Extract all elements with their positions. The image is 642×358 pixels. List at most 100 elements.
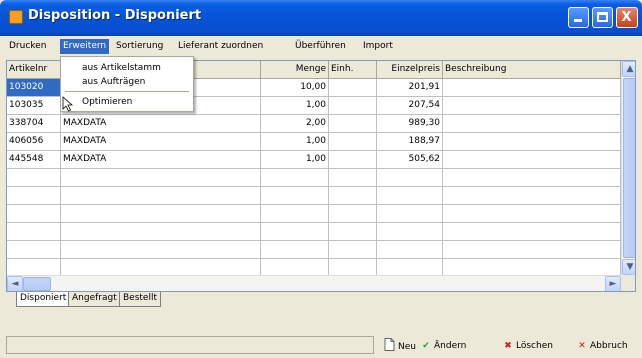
new-button[interactable]: Neu <box>384 338 416 354</box>
empty-row[interactable] <box>7 187 635 205</box>
empty-cell[interactable] <box>61 169 261 187</box>
menu-item-aus-auftraegen[interactable]: aus Aufträgen <box>62 75 192 89</box>
cell-einheit[interactable] <box>329 151 377 169</box>
table-row[interactable]: 338704 MAXDATA 2,00 989,30 <box>7 115 635 133</box>
empty-cell[interactable] <box>443 187 621 205</box>
cell-lieferant[interactable]: MAXDATA <box>61 133 261 151</box>
horizontal-scrollbar[interactable]: ◄ ► <box>7 275 621 291</box>
cell-einzelpreis[interactable]: 207,54 <box>377 97 443 115</box>
empty-cell[interactable] <box>261 205 329 223</box>
empty-cell[interactable] <box>61 241 261 259</box>
empty-cell[interactable] <box>7 169 61 187</box>
empty-cell[interactable] <box>7 223 61 241</box>
empty-row[interactable] <box>7 241 635 259</box>
cell-einzelpreis[interactable]: 188,97 <box>377 133 443 151</box>
column-header-einzelpreis[interactable]: Einzelpreis <box>377 61 443 79</box>
empty-cell[interactable] <box>261 169 329 187</box>
empty-cell[interactable] <box>329 169 377 187</box>
cell-menge[interactable]: 1,00 <box>261 133 329 151</box>
empty-cell[interactable] <box>61 187 261 205</box>
cell-menge[interactable]: 10,00 <box>261 79 329 97</box>
cell-artikelnr[interactable]: 103020 <box>7 79 61 97</box>
empty-cell[interactable] <box>443 205 621 223</box>
scroll-right-button[interactable]: ► <box>605 276 621 291</box>
cell-einheit[interactable] <box>329 97 377 115</box>
cell-artikelnr[interactable]: 103035 <box>7 97 61 115</box>
empty-row[interactable] <box>7 223 635 241</box>
menu-item-optimieren[interactable]: Optimieren <box>62 95 192 109</box>
cell-einheit[interactable] <box>329 115 377 133</box>
menu-lieferant-zuordnen[interactable]: Lieferant zuordnen <box>175 39 266 54</box>
empty-row[interactable] <box>7 169 635 187</box>
empty-cell[interactable] <box>61 223 261 241</box>
tab-bestellt[interactable]: Bestellt <box>119 292 161 307</box>
empty-cell[interactable] <box>377 223 443 241</box>
cell-einzelpreis[interactable]: 201,91 <box>377 79 443 97</box>
tab-disponiert[interactable]: Disponiert <box>16 292 71 307</box>
empty-cell[interactable] <box>377 241 443 259</box>
cancel-button[interactable]: ✕ Abbruch <box>576 338 627 354</box>
tab-angefragt[interactable]: Angefragt <box>68 292 121 307</box>
cell-artikelnr[interactable]: 338704 <box>7 115 61 133</box>
cell-beschreibung[interactable] <box>443 79 621 97</box>
empty-row[interactable] <box>7 205 635 223</box>
column-header-beschreibung[interactable]: Beschreibung <box>443 61 621 79</box>
minimize-button[interactable] <box>568 7 589 28</box>
scroll-left-button[interactable]: ◄ <box>7 276 23 291</box>
maximize-button[interactable] <box>592 7 613 28</box>
empty-cell[interactable] <box>7 187 61 205</box>
table-row[interactable]: 445548 MAXDATA 1,00 505,62 <box>7 151 635 169</box>
empty-cell[interactable] <box>377 205 443 223</box>
column-header-artikelnr[interactable]: Artikelnr <box>7 61 61 79</box>
cell-artikelnr[interactable]: 445548 <box>7 151 61 169</box>
empty-cell[interactable] <box>7 241 61 259</box>
cell-menge[interactable]: 1,00 <box>261 151 329 169</box>
menu-import[interactable]: Import <box>360 39 396 54</box>
cell-artikelnr[interactable]: 406056 <box>7 133 61 151</box>
cell-beschreibung[interactable] <box>443 97 621 115</box>
cell-beschreibung[interactable] <box>443 115 621 133</box>
cell-einheit[interactable] <box>329 79 377 97</box>
empty-cell[interactable] <box>443 241 621 259</box>
horizontal-scroll-thumb[interactable] <box>23 277 51 291</box>
cell-menge[interactable]: 1,00 <box>261 97 329 115</box>
vertical-scrollbar[interactable]: ▲ ▼ <box>621 61 635 275</box>
scroll-up-button[interactable]: ▲ <box>622 61 635 77</box>
empty-cell[interactable] <box>329 187 377 205</box>
scroll-down-button[interactable]: ▼ <box>622 259 635 275</box>
empty-cell[interactable] <box>261 187 329 205</box>
empty-cell[interactable] <box>261 223 329 241</box>
cell-einzelpreis[interactable]: 989,30 <box>377 115 443 133</box>
empty-cell[interactable] <box>377 169 443 187</box>
close-button[interactable]: X <box>616 7 638 28</box>
empty-cell[interactable] <box>261 241 329 259</box>
empty-cell[interactable] <box>7 205 61 223</box>
column-header-einheit[interactable]: Einh. <box>329 61 377 79</box>
table-row[interactable]: 406056 MAXDATA 1,00 188,97 <box>7 133 635 151</box>
delete-button[interactable]: ✖ Löschen <box>502 338 553 354</box>
cell-lieferant[interactable]: MAXDATA <box>61 115 261 133</box>
cell-menge[interactable]: 2,00 <box>261 115 329 133</box>
cell-beschreibung[interactable] <box>443 133 621 151</box>
cell-einheit[interactable] <box>329 133 377 151</box>
empty-cell[interactable] <box>329 241 377 259</box>
empty-cell[interactable] <box>329 205 377 223</box>
menu-erweitern[interactable]: Erweitern <box>60 39 110 54</box>
edit-button[interactable]: ✔ Ändern <box>420 338 466 354</box>
cell-lieferant[interactable]: MAXDATA <box>61 151 261 169</box>
empty-cell[interactable] <box>329 223 377 241</box>
menu-drucken[interactable]: Drucken <box>6 39 49 54</box>
menu-ueberfuehren[interactable]: Überführen <box>292 39 349 54</box>
empty-cell[interactable] <box>61 205 261 223</box>
new-document-icon <box>384 338 395 351</box>
title-bar[interactable]: Disposition - Disponiert X <box>0 0 642 36</box>
column-header-menge[interactable]: Menge <box>261 61 329 79</box>
menu-sortierung[interactable]: Sortierung <box>113 39 166 54</box>
cell-beschreibung[interactable] <box>443 151 621 169</box>
menu-item-aus-artikelstamm[interactable]: aus Artikelstamm <box>62 61 192 75</box>
cell-einzelpreis[interactable]: 505,62 <box>377 151 443 169</box>
empty-cell[interactable] <box>443 223 621 241</box>
empty-cell[interactable] <box>377 187 443 205</box>
empty-cell[interactable] <box>443 169 621 187</box>
vertical-scroll-thumb[interactable] <box>623 78 635 258</box>
